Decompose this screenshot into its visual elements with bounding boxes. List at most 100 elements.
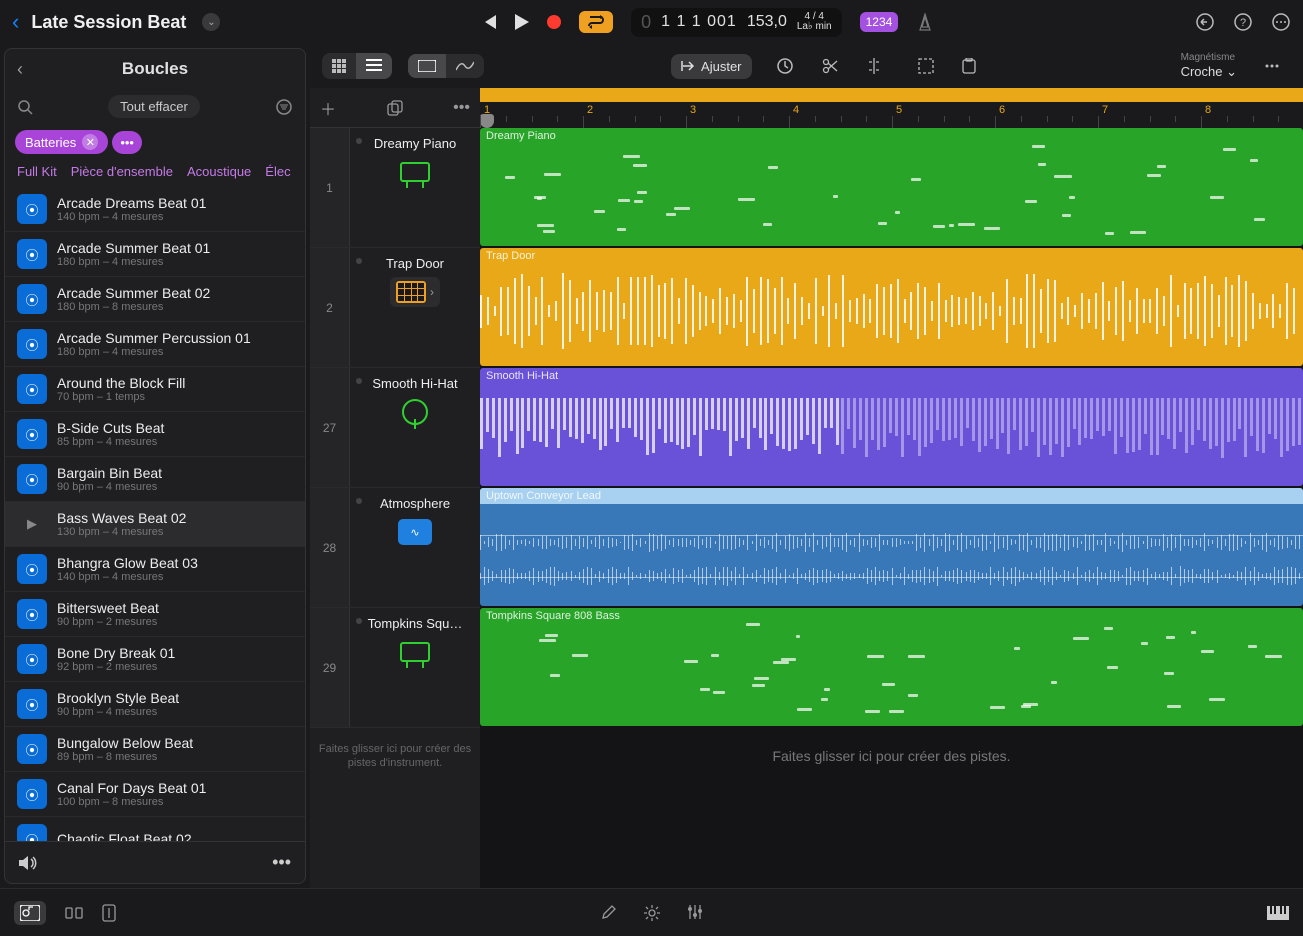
timeline[interactable]: 12345678 Faites glisser ici pour créer d… <box>480 88 1303 888</box>
track-header[interactable]: 28 Atmosphere ∿ <box>310 488 480 608</box>
subfilter-item[interactable]: Full Kit <box>17 164 57 179</box>
count-in-button[interactable]: 1234 <box>860 12 899 32</box>
loop-item[interactable]: ⦿ B-Side Cuts Beat 85 bpm – 4 mesures <box>5 412 305 457</box>
track-number: 1 <box>310 128 350 247</box>
play-button[interactable] <box>515 14 529 30</box>
scissors-icon[interactable] <box>812 52 848 80</box>
cycle-button[interactable] <box>579 11 613 33</box>
loop-item[interactable]: ⦿ Arcade Summer Percussion 01 180 bpm – … <box>5 322 305 367</box>
track-header[interactable]: 2 Trap Door › <box>310 248 480 368</box>
loops-more-icon[interactable]: ••• <box>272 852 291 873</box>
track-instrument-icon[interactable] <box>397 157 433 187</box>
loop-item[interactable]: ⦿ Bone Dry Break 01 92 bpm – 2 mesures <box>5 637 305 682</box>
filter-icon[interactable] <box>275 98 293 116</box>
loops-back-button[interactable]: ‹ <box>17 59 23 80</box>
loop-item[interactable]: ⦿ Bargain Bin Beat 90 bpm – 4 mesures <box>5 457 305 502</box>
ruler-bar-number: 6 <box>999 104 1005 116</box>
go-to-start-button[interactable] <box>481 15 497 29</box>
loop-type-icon[interactable]: ⦿ <box>17 194 47 224</box>
loop-type-icon[interactable]: ⦿ <box>17 554 47 584</box>
tag-more-button[interactable]: ••• <box>112 131 142 154</box>
loop-type-icon[interactable]: ⦿ <box>17 419 47 449</box>
browser-toggle-button[interactable] <box>14 901 46 925</box>
track-header-more-icon[interactable]: ••• <box>453 99 470 117</box>
track-header[interactable]: 29 Tompkins Squ… <box>310 608 480 728</box>
chevron-right-icon[interactable]: › <box>430 285 434 299</box>
loop-type-icon[interactable]: ⦿ <box>17 779 47 809</box>
view-grid-button[interactable] <box>322 53 356 79</box>
clipboard-icon[interactable] <box>952 52 986 80</box>
record-button[interactable] <box>547 15 561 29</box>
metronome-button[interactable] <box>916 13 934 31</box>
loop-item[interactable]: ⦿ Arcade Summer Beat 01 180 bpm – 4 mesu… <box>5 232 305 277</box>
keyboard-icon[interactable] <box>1267 906 1289 920</box>
add-track-button[interactable]: ＋ <box>320 96 336 120</box>
subfilter-item[interactable]: Acoustique <box>187 164 251 179</box>
loop-item[interactable]: ⦿ Bhangra Glow Beat 03 140 bpm – 4 mesur… <box>5 547 305 592</box>
track-instrument-icon[interactable] <box>397 397 433 427</box>
loop-item[interactable]: ⦿ Arcade Summer Beat 02 180 bpm – 8 mesu… <box>5 277 305 322</box>
snap-setting[interactable]: Magnétisme Croche ⌄ <box>1181 52 1237 80</box>
loop-tool-icon[interactable] <box>766 51 804 81</box>
remove-tag-icon[interactable]: ✕ <box>82 134 98 150</box>
loop-type-icon[interactable]: ⦿ <box>17 644 47 674</box>
toolbar-more-icon[interactable] <box>1253 51 1291 81</box>
loop-item[interactable]: ⦿ Chaotic Float Beat 02 <box>5 817 305 841</box>
arrange-area[interactable]: Faites glisser ici pour créer des pistes… <box>480 128 1303 888</box>
region[interactable]: Tompkins Square 808 Bass <box>480 608 1303 726</box>
loop-item[interactable]: ⦿ Bittersweet Beat 90 bpm – 2 mesures <box>5 592 305 637</box>
editor-toggle-button[interactable] <box>102 904 116 922</box>
subfilter-item[interactable]: Élec <box>265 164 290 179</box>
mixer-toggle-button[interactable] <box>64 906 84 920</box>
view-tracks-button[interactable] <box>408 54 446 78</box>
loop-type-icon[interactable]: ⦿ <box>17 734 47 764</box>
subfilter-item[interactable]: Pièce d'ensemble <box>71 164 173 179</box>
view-automation-button[interactable] <box>446 54 484 78</box>
sliders-icon[interactable] <box>687 904 703 922</box>
loop-type-icon[interactable]: ⦿ <box>17 374 47 404</box>
help-button[interactable]: ? <box>1233 12 1253 32</box>
split-icon[interactable] <box>856 52 892 80</box>
loop-item[interactable]: ⦿ Brooklyn Style Beat 90 bpm – 4 mesures <box>5 682 305 727</box>
undo-button[interactable] <box>1195 12 1215 32</box>
duplicate-track-button[interactable] <box>387 100 403 116</box>
loop-type-icon[interactable]: ⦿ <box>17 599 47 629</box>
pencil-icon[interactable] <box>601 904 617 922</box>
clear-all-button[interactable]: Tout effacer <box>108 95 200 118</box>
loop-type-icon[interactable]: ⦿ <box>17 329 47 359</box>
loop-type-icon[interactable]: ⦿ <box>17 464 47 494</box>
region[interactable]: Trap Door <box>480 248 1303 366</box>
loop-item[interactable]: ▶ Bass Waves Beat 02 130 bpm – 4 mesures <box>5 502 305 547</box>
fit-button[interactable]: Ajuster <box>671 54 751 79</box>
project-menu-chevron-icon[interactable]: ⌄ <box>202 13 220 31</box>
track-instrument-icon[interactable]: ∿ <box>397 517 433 547</box>
settings-gear-icon[interactable] <box>643 904 661 922</box>
track-instrument-icon[interactable]: › <box>397 277 433 307</box>
loop-list[interactable]: ⦿ Arcade Dreams Beat 01 140 bpm – 4 mesu… <box>5 187 305 841</box>
region[interactable]: Smooth Hi-Hat <box>480 368 1303 486</box>
loop-type-icon[interactable]: ⦿ <box>17 239 47 269</box>
loop-type-icon[interactable]: ⦿ <box>17 824 47 841</box>
play-icon[interactable]: ▶ <box>17 509 47 539</box>
filter-tag-batteries[interactable]: Batteries ✕ <box>15 130 108 154</box>
playhead[interactable] <box>480 114 494 128</box>
track-header[interactable]: 1 Dreamy Piano <box>310 128 480 248</box>
loop-item[interactable]: ⦿ Around the Block Fill 70 bpm – 1 temps <box>5 367 305 412</box>
preview-volume-icon[interactable] <box>19 855 39 871</box>
loop-item[interactable]: ⦿ Arcade Dreams Beat 01 140 bpm – 4 mesu… <box>5 187 305 232</box>
search-icon[interactable] <box>17 99 33 115</box>
track-instrument-icon[interactable] <box>397 637 433 667</box>
loop-item[interactable]: ⦿ Canal For Days Beat 01 100 bpm – 8 mes… <box>5 772 305 817</box>
loop-type-icon[interactable]: ⦿ <box>17 689 47 719</box>
marquee-icon[interactable] <box>908 52 944 80</box>
back-button[interactable]: ‹ <box>12 9 19 35</box>
ruler[interactable]: 12345678 <box>480 88 1303 128</box>
lcd-display[interactable]: 0 1 1 1 001 153,0 4 / 4 La♭ min <box>631 8 842 37</box>
track-header[interactable]: 27 Smooth Hi-Hat <box>310 368 480 488</box>
more-button[interactable] <box>1271 12 1291 32</box>
view-list-button[interactable] <box>356 53 392 79</box>
loop-type-icon[interactable]: ⦿ <box>17 284 47 314</box>
loop-item[interactable]: ⦿ Bungalow Below Beat 89 bpm – 8 mesures <box>5 727 305 772</box>
region[interactable]: Uptown Conveyor Lead <box>480 488 1303 606</box>
region[interactable]: Dreamy Piano <box>480 128 1303 246</box>
